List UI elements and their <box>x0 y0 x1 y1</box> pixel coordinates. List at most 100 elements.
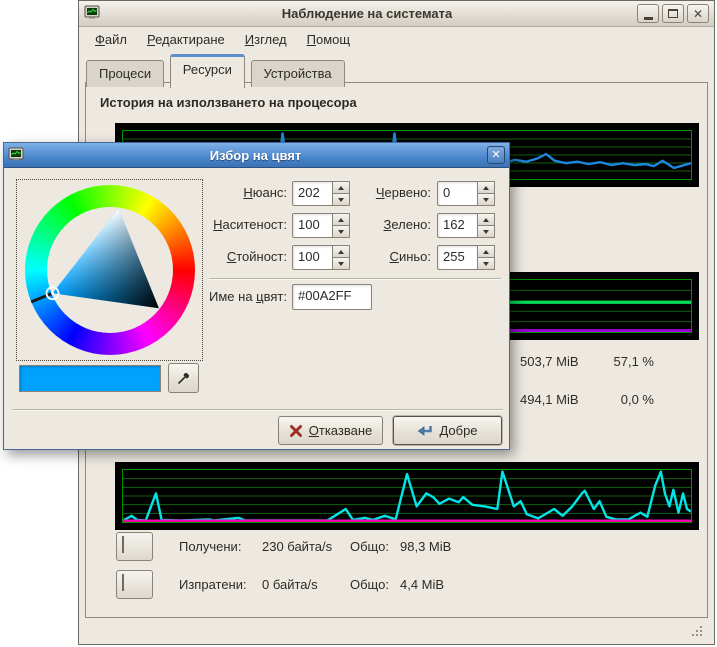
swap-used-percent: 0,0 % <box>586 392 654 407</box>
sv-triangle-black-shade <box>53 209 159 309</box>
arrow-up-icon <box>483 250 489 254</box>
received-rate: 230 байта/s <box>262 539 332 554</box>
green-spinbox: 162 <box>437 213 495 238</box>
hue-spin-down[interactable] <box>333 194 350 206</box>
maximize-icon <box>668 9 678 18</box>
green-spinner <box>478 213 495 238</box>
red-spin-up[interactable] <box>478 181 495 194</box>
color-selector-dot <box>51 292 54 295</box>
color-picker-dialog: Избор на цвят ✕ <box>3 142 510 450</box>
value-spin-up[interactable] <box>333 245 350 258</box>
ok-button-label: Добре <box>439 423 477 438</box>
fields-separator <box>209 278 501 280</box>
blue-spinbox: 255 <box>437 245 495 270</box>
saturation-label: Наситеност: <box>194 217 287 232</box>
sent-label: Изпратени: <box>179 577 247 592</box>
eyedropper-icon <box>176 370 192 386</box>
sent-rate: 0 байта/s <box>262 577 318 592</box>
blue-input[interactable]: 255 <box>437 245 478 270</box>
menu-edit[interactable]: Редактиране <box>137 29 235 50</box>
swap-used-amount: 494,1 MiB <box>520 392 579 407</box>
hue-label: Нюанс: <box>194 185 287 200</box>
cpu-section-title: История на използването на процесора <box>100 95 357 110</box>
saturation-spin-down[interactable] <box>333 226 350 238</box>
close-icon: ✕ <box>693 8 703 20</box>
main-window-title: Наблюдение на системата <box>100 6 634 21</box>
button-area-separator <box>12 409 503 411</box>
blue-spin-down[interactable] <box>478 258 495 270</box>
tab-devices[interactable]: Устройства <box>251 60 345 87</box>
minimize-button[interactable] <box>637 4 659 23</box>
sent-total: 4,4 MiB <box>400 577 444 592</box>
value-spinbox: 100 <box>292 245 350 270</box>
blue-spinner <box>478 245 495 270</box>
app-icon <box>84 4 100 23</box>
resize-grip[interactable] <box>689 623 704 641</box>
arrow-up-icon <box>483 186 489 190</box>
dialog-body: Нюанс: 202 Наситеност: 100 Стойност: 100 <box>4 168 509 449</box>
red-spinbox: 0 <box>437 181 495 206</box>
red-input[interactable]: 0 <box>437 181 478 206</box>
minimize-icon <box>644 17 653 20</box>
menu-file[interactable]: Файл <box>85 29 137 50</box>
sent-color-button[interactable] <box>116 570 153 599</box>
network-chart-plot-area <box>122 469 692 523</box>
network-history-chart <box>115 462 699 530</box>
hue-spinbox: 202 <box>292 181 350 206</box>
value-input[interactable]: 100 <box>292 245 333 270</box>
eyedropper-button[interactable] <box>168 363 199 393</box>
sent-legend-row: Изпратени: 0 байта/s Общо: 4,4 MiB <box>116 570 700 599</box>
menubar: Файл Редактиране Изглед Помощ <box>79 27 714 52</box>
color-name-input[interactable]: #00A2FF <box>292 284 372 310</box>
green-spin-up[interactable] <box>478 213 495 226</box>
blue-label: Синьо: <box>354 249 431 264</box>
red-spin-down[interactable] <box>478 194 495 206</box>
color-wheel[interactable] <box>25 185 195 355</box>
arrow-up-icon <box>483 218 489 222</box>
value-spin-down[interactable] <box>333 258 350 270</box>
arrow-down-icon <box>483 230 489 234</box>
sent-color-swatch <box>122 574 124 591</box>
received-color-swatch <box>122 536 124 553</box>
green-spin-down[interactable] <box>478 226 495 238</box>
memory-used-percent: 57,1 % <box>586 354 654 369</box>
red-label: Червено: <box>354 185 431 200</box>
red-spinner <box>478 181 495 206</box>
arrow-down-icon <box>483 198 489 202</box>
dialog-close-button[interactable]: ✕ <box>487 146 505 164</box>
green-input[interactable]: 162 <box>437 213 478 238</box>
maximize-button[interactable] <box>662 4 684 23</box>
arrow-down-icon <box>483 262 489 266</box>
arrow-down-icon <box>338 230 344 234</box>
cancel-button[interactable]: Отказване <box>278 416 383 445</box>
arrow-down-icon <box>338 198 344 202</box>
cancel-x-icon <box>289 424 303 438</box>
received-total: 98,3 MiB <box>400 539 451 554</box>
menu-help[interactable]: Помощ <box>297 29 360 50</box>
value-spinner <box>333 245 350 270</box>
saturation-spinbox: 100 <box>292 213 350 238</box>
ok-enter-icon <box>417 424 433 438</box>
close-icon: ✕ <box>491 150 500 161</box>
statusbar <box>85 620 708 644</box>
arrow-up-icon <box>338 218 344 222</box>
hue-input[interactable]: 202 <box>292 181 333 206</box>
saturation-input[interactable]: 100 <box>292 213 333 238</box>
hue-spin-up[interactable] <box>333 181 350 194</box>
main-titlebar[interactable]: Наблюдение на системата ✕ <box>79 1 714 27</box>
saturation-spin-up[interactable] <box>333 213 350 226</box>
value-label: Стойност: <box>194 249 287 264</box>
cancel-button-label: Отказване <box>309 423 373 438</box>
blue-spin-up[interactable] <box>478 245 495 258</box>
close-button[interactable]: ✕ <box>687 4 709 23</box>
tab-processes[interactable]: Процеси <box>86 60 164 87</box>
received-color-button[interactable] <box>116 532 153 561</box>
dialog-titlebar[interactable]: Избор на цвят ✕ <box>4 143 509 168</box>
dialog-title: Избор на цвят <box>24 148 487 163</box>
ok-button[interactable]: Добре <box>393 416 502 445</box>
tab-resources[interactable]: Ресурси <box>170 54 245 88</box>
hue-spinner <box>333 181 350 206</box>
menu-view[interactable]: Изглед <box>235 29 297 50</box>
green-label: Зелено: <box>354 217 431 232</box>
dialog-icon <box>8 146 24 165</box>
